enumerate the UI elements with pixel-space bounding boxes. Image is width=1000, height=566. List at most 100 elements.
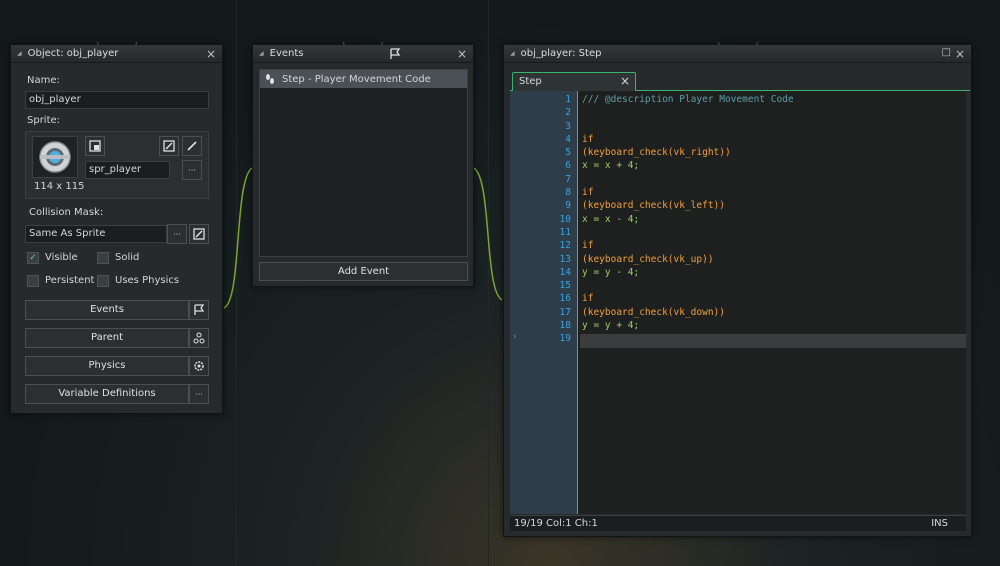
- code-line: y = y - 4;: [582, 266, 640, 278]
- object-panel-titlebar[interactable]: ◢ Object: obj_player ×: [11, 45, 222, 63]
- line-number: 17: [559, 306, 571, 318]
- code-editor[interactable]: 1 2 3 4 5 6 7 8 9 10 11 12 13 14 15 16 17 18 19 › /// @des…: [510, 91, 966, 514]
- insert-mode: INS: [931, 518, 948, 529]
- tab-step[interactable]: Step ×: [512, 72, 636, 91]
- line-number-gutter: 1 2 3 4 5 6 7 8 9 10 11 12 13 14 15 16 17 18 19 ›: [510, 91, 578, 514]
- line-number: 4: [565, 133, 571, 145]
- parent-button[interactable]: Parent: [25, 328, 189, 348]
- code-line: x = x - 4;: [582, 213, 640, 225]
- edit-sprite-button[interactable]: [159, 136, 179, 156]
- line-number: 9: [565, 200, 571, 212]
- line-number: 13: [559, 253, 571, 265]
- edit-image-icon: [193, 228, 205, 240]
- tab-label: Step: [519, 76, 542, 87]
- visible-checkbox[interactable]: ✓: [27, 252, 39, 264]
- sprite-thumbnail-icon: [39, 141, 71, 173]
- uses-physics-label: Uses Physics: [115, 275, 180, 286]
- edit-image-icon: [163, 140, 175, 152]
- collapse-icon[interactable]: ◢: [259, 50, 264, 57]
- line-number: 11: [559, 226, 571, 238]
- collision-browse-button[interactable]: ···: [167, 224, 187, 244]
- close-tab-icon[interactable]: ×: [620, 74, 630, 88]
- add-event-button[interactable]: Add Event: [259, 262, 468, 281]
- variable-definitions-button[interactable]: Variable Definitions: [25, 384, 189, 404]
- events-panel-titlebar[interactable]: ◢ Events ×: [253, 45, 473, 63]
- events-list: Step - Player Movement Code: [259, 69, 468, 257]
- connector-wire: [473, 167, 503, 301]
- line-number: 14: [559, 266, 571, 278]
- code-line: (keyboard_check(vk_left)): [582, 200, 725, 212]
- collision-edit-button[interactable]: [189, 224, 209, 244]
- new-sprite-button[interactable]: [85, 136, 105, 156]
- line-number: 16: [559, 293, 571, 305]
- physics-button[interactable]: Physics: [25, 356, 189, 376]
- code-line: /// @description Player Movement Code: [582, 94, 794, 105]
- code-line: if: [582, 293, 594, 305]
- close-icon[interactable]: ×: [206, 47, 216, 61]
- collapse-icon[interactable]: ◢: [17, 50, 22, 57]
- hierarchy-icon: [193, 332, 205, 344]
- line-number: 1: [565, 94, 571, 105]
- line-number: 3: [565, 120, 571, 132]
- physics-icon-button[interactable]: [189, 356, 209, 376]
- uses-physics-checkbox[interactable]: [97, 275, 109, 287]
- collision-mask-field[interactable]: Same As Sprite: [25, 225, 167, 243]
- flag-icon[interactable]: [389, 48, 401, 60]
- sprite-browse-button[interactable]: ···: [182, 160, 202, 180]
- parent-icon-button[interactable]: [189, 328, 209, 348]
- sprite-name-field[interactable]: spr_player: [85, 161, 170, 179]
- sprite-label: Sprite:: [27, 115, 61, 126]
- code-line: (keyboard_check(vk_up)): [582, 253, 714, 265]
- code-line: (keyboard_check(vk_down)): [582, 306, 725, 318]
- line-number: 8: [565, 187, 571, 199]
- name-field[interactable]: obj_player: [25, 91, 209, 109]
- current-line-marker-icon: ›: [513, 332, 517, 342]
- line-number: 19: [559, 333, 571, 345]
- code-content[interactable]: /// @description Player Movement Code if…: [582, 93, 962, 346]
- collision-mask-label: Collision Mask:: [29, 207, 104, 218]
- sprite-preview[interactable]: [32, 136, 78, 178]
- line-number: 7: [565, 173, 571, 185]
- flag-icon: [194, 304, 205, 315]
- footsteps-icon: [266, 74, 274, 84]
- persistent-label: Persistent: [45, 275, 95, 286]
- list-item[interactable]: Step - Player Movement Code: [260, 70, 467, 88]
- new-sprite-icon: [89, 140, 101, 152]
- persistent-checkbox[interactable]: [27, 275, 39, 287]
- line-number: 15: [559, 280, 571, 292]
- code-line: (keyboard_check(vk_right)): [582, 147, 731, 159]
- code-line: if: [582, 133, 594, 145]
- close-icon[interactable]: ×: [955, 47, 965, 61]
- connector-wire: [223, 167, 253, 309]
- cursor-position: 19/19 Col:1 Ch:1: [514, 518, 598, 529]
- object-panel: ◢ Object: obj_player × Name: obj_player …: [10, 42, 223, 414]
- solid-checkbox[interactable]: [97, 252, 109, 264]
- line-number: 2: [565, 107, 571, 119]
- sprite-section: 114 x 115 spr_player ···: [25, 131, 209, 199]
- name-label: Name:: [27, 75, 60, 86]
- code-panel-titlebar[interactable]: ◢ obj_player: Step □ ×: [504, 45, 971, 63]
- collapse-icon[interactable]: ◢: [510, 50, 515, 57]
- events-button[interactable]: Events: [25, 300, 189, 320]
- line-number: 5: [565, 147, 571, 159]
- code-line: if: [582, 240, 594, 252]
- sprite-size: 114 x 115: [34, 181, 85, 192]
- variable-definitions-more-button[interactable]: ···: [189, 384, 209, 404]
- paint-sprite-button[interactable]: [182, 136, 202, 156]
- code-panel-title: obj_player: Step: [520, 48, 602, 59]
- status-bar: 19/19 Col:1 Ch:1 INS: [510, 515, 966, 531]
- events-panel: ◢ Events × Step - Player Movement Code A…: [252, 42, 474, 287]
- line-number: 18: [559, 320, 571, 332]
- maximize-icon[interactable]: □: [942, 47, 951, 58]
- object-panel-title: Object: obj_player: [27, 48, 119, 59]
- code-tabs: Step ×: [510, 71, 970, 91]
- close-icon[interactable]: ×: [457, 47, 467, 61]
- gear-icon: [194, 361, 204, 371]
- events-icon-button[interactable]: [189, 300, 209, 320]
